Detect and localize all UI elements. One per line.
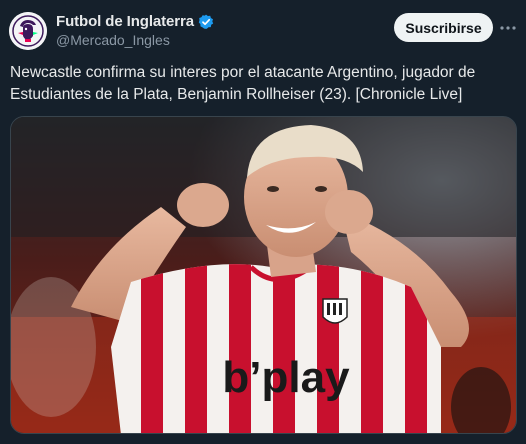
author-row: Futbol de Inglaterra [56, 13, 214, 30]
post-image[interactable]: b’play [10, 116, 517, 434]
display-name[interactable]: Futbol de Inglaterra [56, 13, 194, 30]
post-text: Newcastle confirma su interes por el ata… [10, 64, 476, 103]
premier-league-lion-logo [9, 12, 47, 50]
verified-badge-icon [198, 14, 214, 30]
subscribe-button[interactable]: Suscribirse [394, 13, 493, 42]
user-handle[interactable]: @Mercado_Ingles [56, 32, 170, 48]
tweet: Futbol de Inglaterra @Mercado_Ingles Sus… [0, 0, 526, 444]
more-options-icon[interactable] [498, 18, 518, 38]
avatar[interactable] [9, 12, 47, 50]
jersey-sponsor-text: b’play [222, 353, 350, 402]
